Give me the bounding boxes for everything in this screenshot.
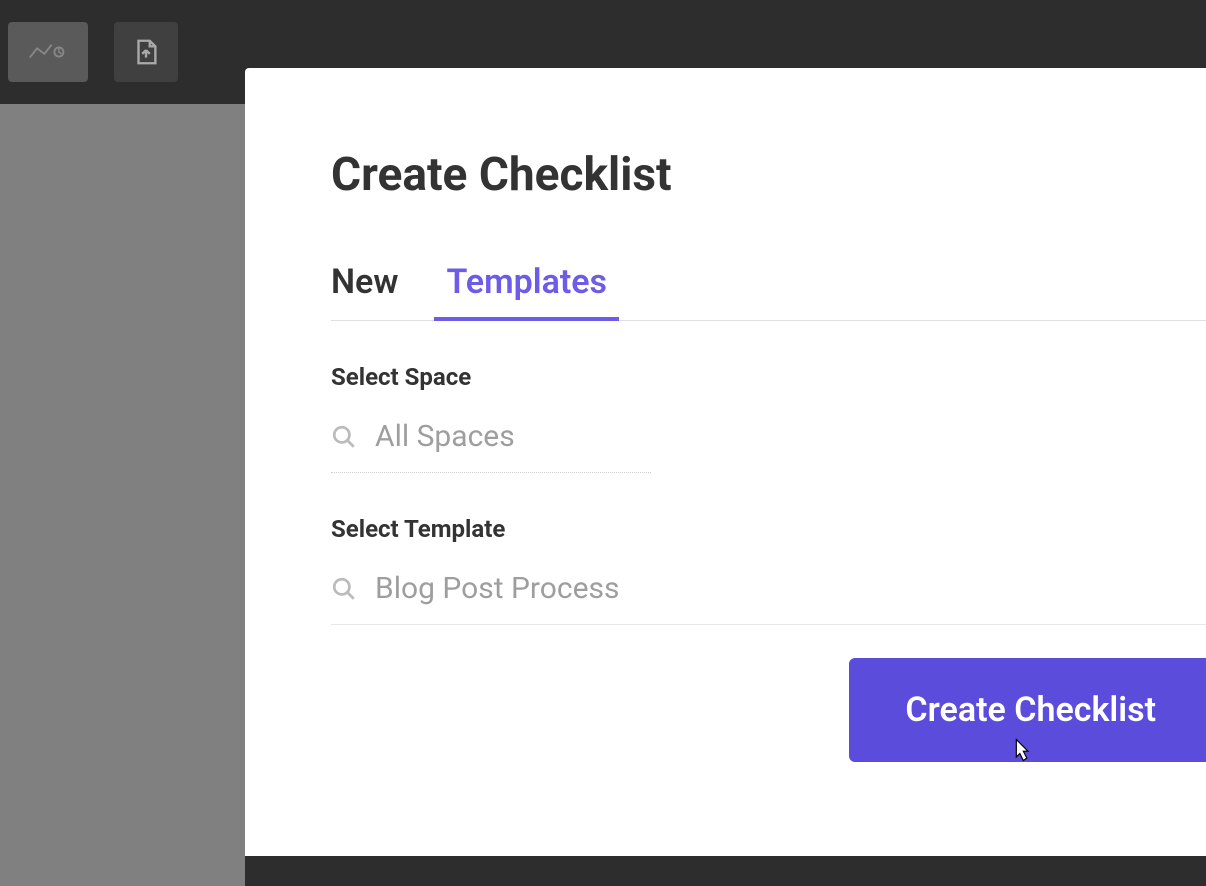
- search-icon: [331, 424, 357, 450]
- sidebar-dimmed: [0, 104, 245, 886]
- select-template-label: Select Template: [331, 515, 1206, 543]
- toolbar-export-button[interactable]: [114, 22, 178, 82]
- tab-bar: New Templates: [331, 262, 1206, 321]
- space-search-row[interactable]: All Spaces: [331, 419, 651, 473]
- chart-icon: [28, 40, 68, 64]
- create-checklist-modal: Create Checklist New Templates Select Sp…: [245, 68, 1206, 856]
- select-template-section: Select Template Blog Post Process: [331, 515, 1206, 625]
- create-checklist-button[interactable]: Create Checklist: [849, 658, 1206, 762]
- tab-new[interactable]: New: [331, 262, 398, 320]
- select-space-section: Select Space All Spaces: [331, 363, 1206, 473]
- search-icon: [331, 576, 357, 602]
- space-search-value: All Spaces: [375, 419, 515, 454]
- select-space-label: Select Space: [331, 363, 1206, 391]
- export-icon: [131, 37, 161, 67]
- modal-title: Create Checklist: [331, 148, 1206, 202]
- template-search-row[interactable]: Blog Post Process: [331, 571, 1206, 625]
- template-search-value: Blog Post Process: [375, 571, 619, 606]
- toolbar-chart-button[interactable]: [8, 22, 88, 82]
- tab-templates[interactable]: Templates: [446, 262, 607, 320]
